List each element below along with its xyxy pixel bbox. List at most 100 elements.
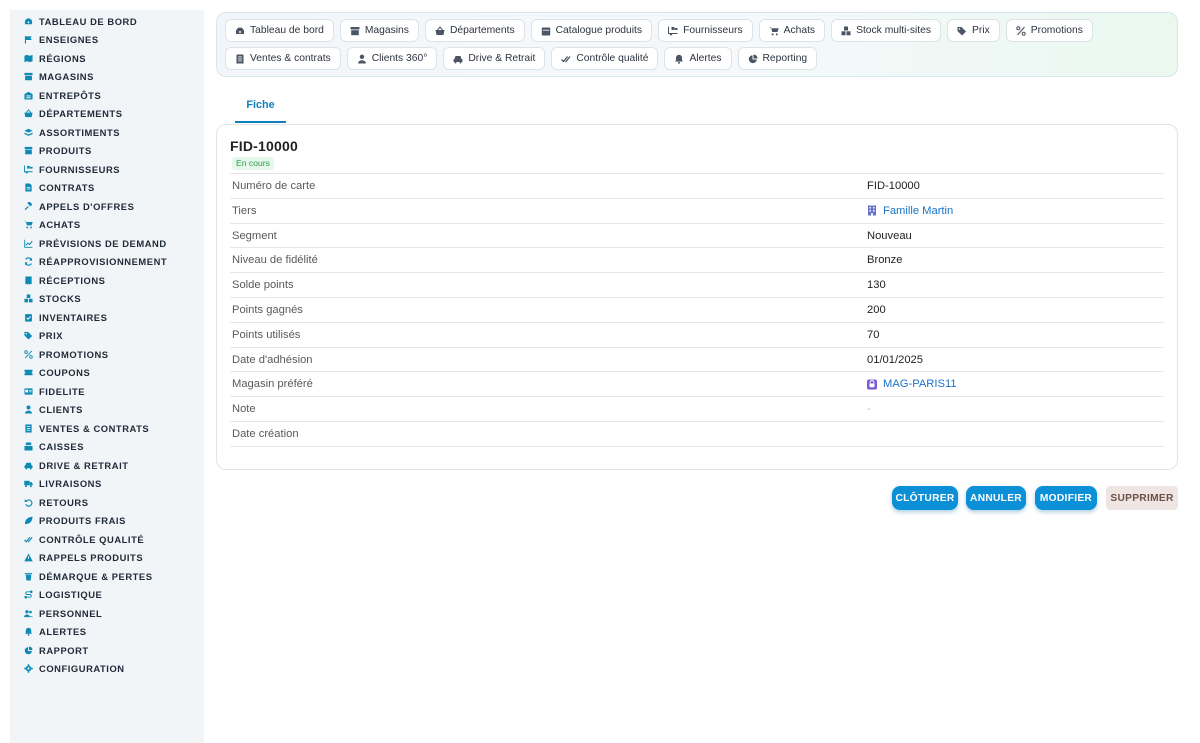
sidebar-item-label: RAPPORT — [39, 644, 89, 656]
cloturer-button[interactable]: CLÔTURER — [892, 486, 958, 510]
field-label: Numéro de carte — [232, 180, 316, 192]
modifier-button[interactable]: MODIFIER — [1035, 486, 1097, 510]
sidebar-item-entrepots[interactable]: ENTREPÔTS — [10, 86, 204, 105]
refresh-icon — [24, 257, 33, 266]
sidebar-item-promotions[interactable]: PROMOTIONS — [10, 345, 204, 364]
sidebar-item-label: TABLEAU DE BORD — [39, 15, 138, 27]
sidebar-item-reapprovisionnement[interactable]: RÉAPPROVISIONNEMENT — [10, 253, 204, 272]
sidebar-item-inventaires[interactable]: INVENTAIRES — [10, 308, 204, 327]
dashboard-icon — [24, 17, 33, 26]
user-icon — [24, 405, 33, 414]
quick-nav-achats-button[interactable]: Achats — [758, 19, 826, 42]
quick-nav-alertes-button[interactable]: Alertes — [664, 47, 732, 70]
sidebar-item-produits-frais[interactable]: PRODUITS FRAIS — [10, 512, 204, 531]
sidebar-item-label: DÉMARQUE & PERTES — [39, 570, 153, 582]
quick-nav-stock-multi-sites-button[interactable]: Stock multi-sites — [831, 19, 942, 42]
quick-nav-catalogue-produits-button[interactable]: Catalogue produits — [530, 19, 653, 42]
sidebar-item-controle-qualite[interactable]: CONTRÔLE QUALITÉ — [10, 530, 204, 549]
sidebar-item-label: PROMOTIONS — [39, 348, 109, 360]
sidebar-item-caisses[interactable]: CAISSES — [10, 438, 204, 457]
quick-nav-fournisseurs-button[interactable]: Fournisseurs — [658, 19, 753, 42]
sidebar-item-assortiments[interactable]: ASSORTIMENTS — [10, 123, 204, 142]
quick-nav-drive-retrait-button[interactable]: Drive & Retrait — [443, 47, 546, 70]
field-value: 200 — [867, 304, 886, 316]
sidebar-item-contrats[interactable]: CONTRATS — [10, 179, 204, 198]
box-icon — [24, 146, 33, 155]
sidebar-item-label: ALERTES — [39, 626, 87, 638]
sidebar-item-demarque-pertes[interactable]: DÉMARQUE & PERTES — [10, 567, 204, 586]
sidebar-item-label: ENSEIGNES — [39, 34, 99, 46]
sidebar-item-configuration[interactable]: CONFIGURATION — [10, 660, 204, 679]
quick-nav-reporting-button[interactable]: Reporting — [737, 47, 818, 70]
field-value-text: - — [867, 403, 871, 416]
sidebar-item-label: LOGISTIQUE — [39, 589, 103, 601]
gavel-icon — [24, 201, 33, 211]
sidebar-item-alertes[interactable]: ALERTES — [10, 623, 204, 642]
quick-nav-controle-qualite-button[interactable]: Contrôle qualité — [551, 47, 659, 70]
field-value-link[interactable]: MAG-PARIS11 — [867, 378, 957, 390]
sidebar-item-stocks[interactable]: STOCKS — [10, 290, 204, 309]
sidebar-item-produits[interactable]: PRODUITS — [10, 142, 204, 161]
field-row: Segment Nouveau — [230, 224, 1164, 249]
field-label: Solde points — [232, 279, 294, 292]
sidebar-item-personnel[interactable]: PERSONNEL — [10, 604, 204, 623]
sidebar-item-coupons[interactable]: COUPONS — [10, 364, 204, 383]
sidebar-item-departements[interactable]: DÉPARTEMENTS — [10, 105, 204, 124]
sidebar-item-label: APPELS D'OFFRES — [39, 200, 135, 212]
sidebar-item-label: COUPONS — [39, 367, 91, 379]
quick-nav-clients-360-button[interactable]: Clients 360° — [346, 47, 438, 70]
sidebar-item-previsions-de-demand[interactable]: PRÉVISIONS DE DEMAND — [10, 234, 204, 253]
quick-nav-ventes-contrats-button[interactable]: Ventes & contrats — [225, 47, 341, 70]
sidebar-item-ventes-contrats[interactable]: VENTES & CONTRATS — [10, 419, 204, 438]
sidebar-item-label: RÉGIONS — [39, 52, 87, 64]
receipt-list-icon — [24, 424, 33, 433]
field-value-text: Famille Martin — [883, 204, 954, 217]
quick-nav-tableau-de-bord-button[interactable]: Tableau de bord — [225, 19, 334, 42]
sidebar-item-magasins[interactable]: MAGASINS — [10, 68, 204, 87]
quick-nav-departements-button[interactable]: Départements — [424, 19, 525, 42]
sidebar-item-achats[interactable]: ACHATS — [10, 216, 204, 235]
quick-nav-promotions-button[interactable]: Promotions — [1005, 19, 1093, 42]
field-value-text: Bronze — [867, 254, 903, 267]
field-label: Points utilisés — [232, 328, 301, 341]
field-value: 130 — [867, 279, 886, 291]
quick-nav-prix-button[interactable]: Prix — [947, 19, 1000, 42]
field-row: Solde points 130 — [230, 273, 1164, 298]
sidebar-item-label: CONFIGURATION — [39, 663, 125, 675]
quick-nav-label: Promotions — [1030, 25, 1083, 36]
quick-nav-magasins-button[interactable]: Magasins — [339, 19, 419, 42]
annuler-button[interactable]: ANNULER — [966, 486, 1026, 510]
field-value: Nouveau — [867, 230, 912, 242]
trash-icon — [24, 572, 33, 581]
field-list: Numéro de carte FID-10000 Tiers Famille Mar… — [230, 173, 1164, 447]
supprimer-button[interactable]: SUPPRIMER — [1106, 486, 1178, 510]
receipt-list-icon — [235, 54, 245, 64]
sidebar-item-retours[interactable]: RETOURS — [10, 493, 204, 512]
sidebar-item-fournisseurs[interactable]: FOURNISSEURS — [10, 160, 204, 179]
field-value-text: FID-10000 — [867, 180, 920, 192]
sidebar-item-fidelite[interactable]: FIDELITE — [10, 382, 204, 401]
sidebar-item-clients[interactable]: CLIENTS — [10, 401, 204, 420]
sidebar-item-receptions[interactable]: RÉCEPTIONS — [10, 271, 204, 290]
sidebar-item-rapport[interactable]: RAPPORT — [10, 641, 204, 660]
sidebar-item-label: RÉAPPROVISIONNEMENT — [39, 256, 168, 268]
field-value-link[interactable]: Famille Martin — [867, 205, 953, 217]
sidebar-item-rappels-produits[interactable]: RAPPELS PRODUITS — [10, 549, 204, 568]
route-icon — [24, 590, 33, 599]
quick-nav-label: Catalogue produits — [555, 25, 643, 36]
field-label: Magasin préféré — [232, 378, 313, 391]
store-icon — [24, 72, 33, 81]
sidebar-item-livraisons[interactable]: LIVRAISONS — [10, 475, 204, 494]
sidebar-item-prix[interactable]: PRIX — [10, 327, 204, 346]
sidebar-item-logistique[interactable]: LOGISTIQUE — [10, 586, 204, 605]
sidebar-item-enseignes[interactable]: ENSEIGNES — [10, 31, 204, 50]
sidebar-item-regions[interactable]: RÉGIONS — [10, 49, 204, 68]
field-value-text: 70 — [867, 328, 880, 341]
user-icon — [357, 54, 367, 64]
sidebar-item-tableau-de-bord[interactable]: TABLEAU DE BORD — [10, 12, 204, 31]
tab-fiche[interactable]: Fiche — [235, 88, 286, 123]
sidebar-item-drive-retrait[interactable]: DRIVE & RETRAIT — [10, 456, 204, 475]
sidebar-item-appels-d-offres[interactable]: APPELS D'OFFRES — [10, 197, 204, 216]
document-icon — [24, 183, 33, 192]
record-title: FID-10000 — [230, 138, 298, 154]
